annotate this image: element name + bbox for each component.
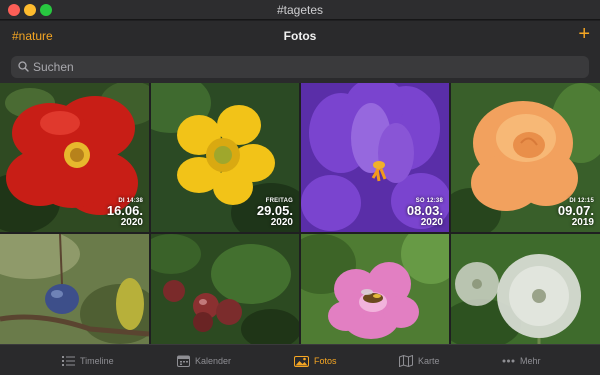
photo-date-stamp: DI 12:15 09.07. 2019	[557, 198, 594, 228]
add-button[interactable]: +	[578, 24, 590, 44]
title-bar: #tagetes	[0, 0, 600, 20]
ellipsis-icon	[502, 359, 515, 363]
pink-flower-bee-photo	[301, 234, 449, 344]
search-bar-area: Suchen	[0, 51, 600, 83]
tab-label: Fotos	[314, 356, 337, 366]
tab-label: Mehr	[520, 356, 541, 366]
list-icon	[62, 356, 75, 366]
tab-timeline[interactable]: Timeline	[62, 353, 114, 369]
plum-photo	[0, 234, 149, 344]
photo-date-stamp: SO 12:38 08.03. 2020	[406, 198, 443, 228]
photo-tile[interactable]: DI 14:38 16.06. 2020	[0, 83, 149, 232]
tab-label: Timeline	[80, 356, 114, 366]
tab-mehr[interactable]: Mehr	[502, 353, 541, 369]
photo-grid: DI 14:38 16.06. 2020 FREITAG 29.05. 2020…	[0, 83, 600, 344]
navigation-bar: #nature Fotos +	[0, 21, 600, 51]
window-title: #tagetes	[276, 3, 324, 17]
app-window: #tagetes #nature Fotos + Suchen DI 14:38…	[0, 0, 600, 375]
tab-fotos[interactable]: Fotos	[294, 353, 337, 369]
photo-tile[interactable]	[151, 234, 299, 344]
page-title: Fotos	[283, 29, 317, 43]
photo-icon	[294, 355, 309, 367]
photo-tile[interactable]	[301, 234, 449, 344]
photo-date-stamp: FREITAG 29.05. 2020	[256, 198, 293, 228]
map-icon	[399, 355, 413, 367]
photo-date-stamp: DI 14:38 16.06. 2020	[106, 198, 143, 228]
tab-bar: Timeline Kalender Fotos Karte Mehr	[0, 344, 600, 375]
search-input[interactable]: Suchen	[11, 56, 589, 78]
tab-kalender[interactable]: Kalender	[177, 353, 231, 369]
photo-tile[interactable]: SO 12:38 08.03. 2020	[301, 83, 449, 232]
gooseberries-photo	[151, 234, 299, 344]
photo-tile[interactable]	[0, 234, 149, 344]
tab-label: Kalender	[195, 356, 232, 366]
tab-karte[interactable]: Karte	[399, 353, 440, 369]
tab-label: Karte	[418, 356, 440, 366]
photo-tile[interactable]	[451, 234, 600, 344]
dandelion-photo	[451, 234, 600, 344]
photo-tile[interactable]: DI 12:15 09.07. 2019	[451, 83, 600, 232]
photo-tile[interactable]: FREITAG 29.05. 2020	[151, 83, 299, 232]
calendar-icon	[177, 355, 190, 367]
search-icon	[18, 61, 29, 72]
search-placeholder: Suchen	[33, 60, 74, 74]
